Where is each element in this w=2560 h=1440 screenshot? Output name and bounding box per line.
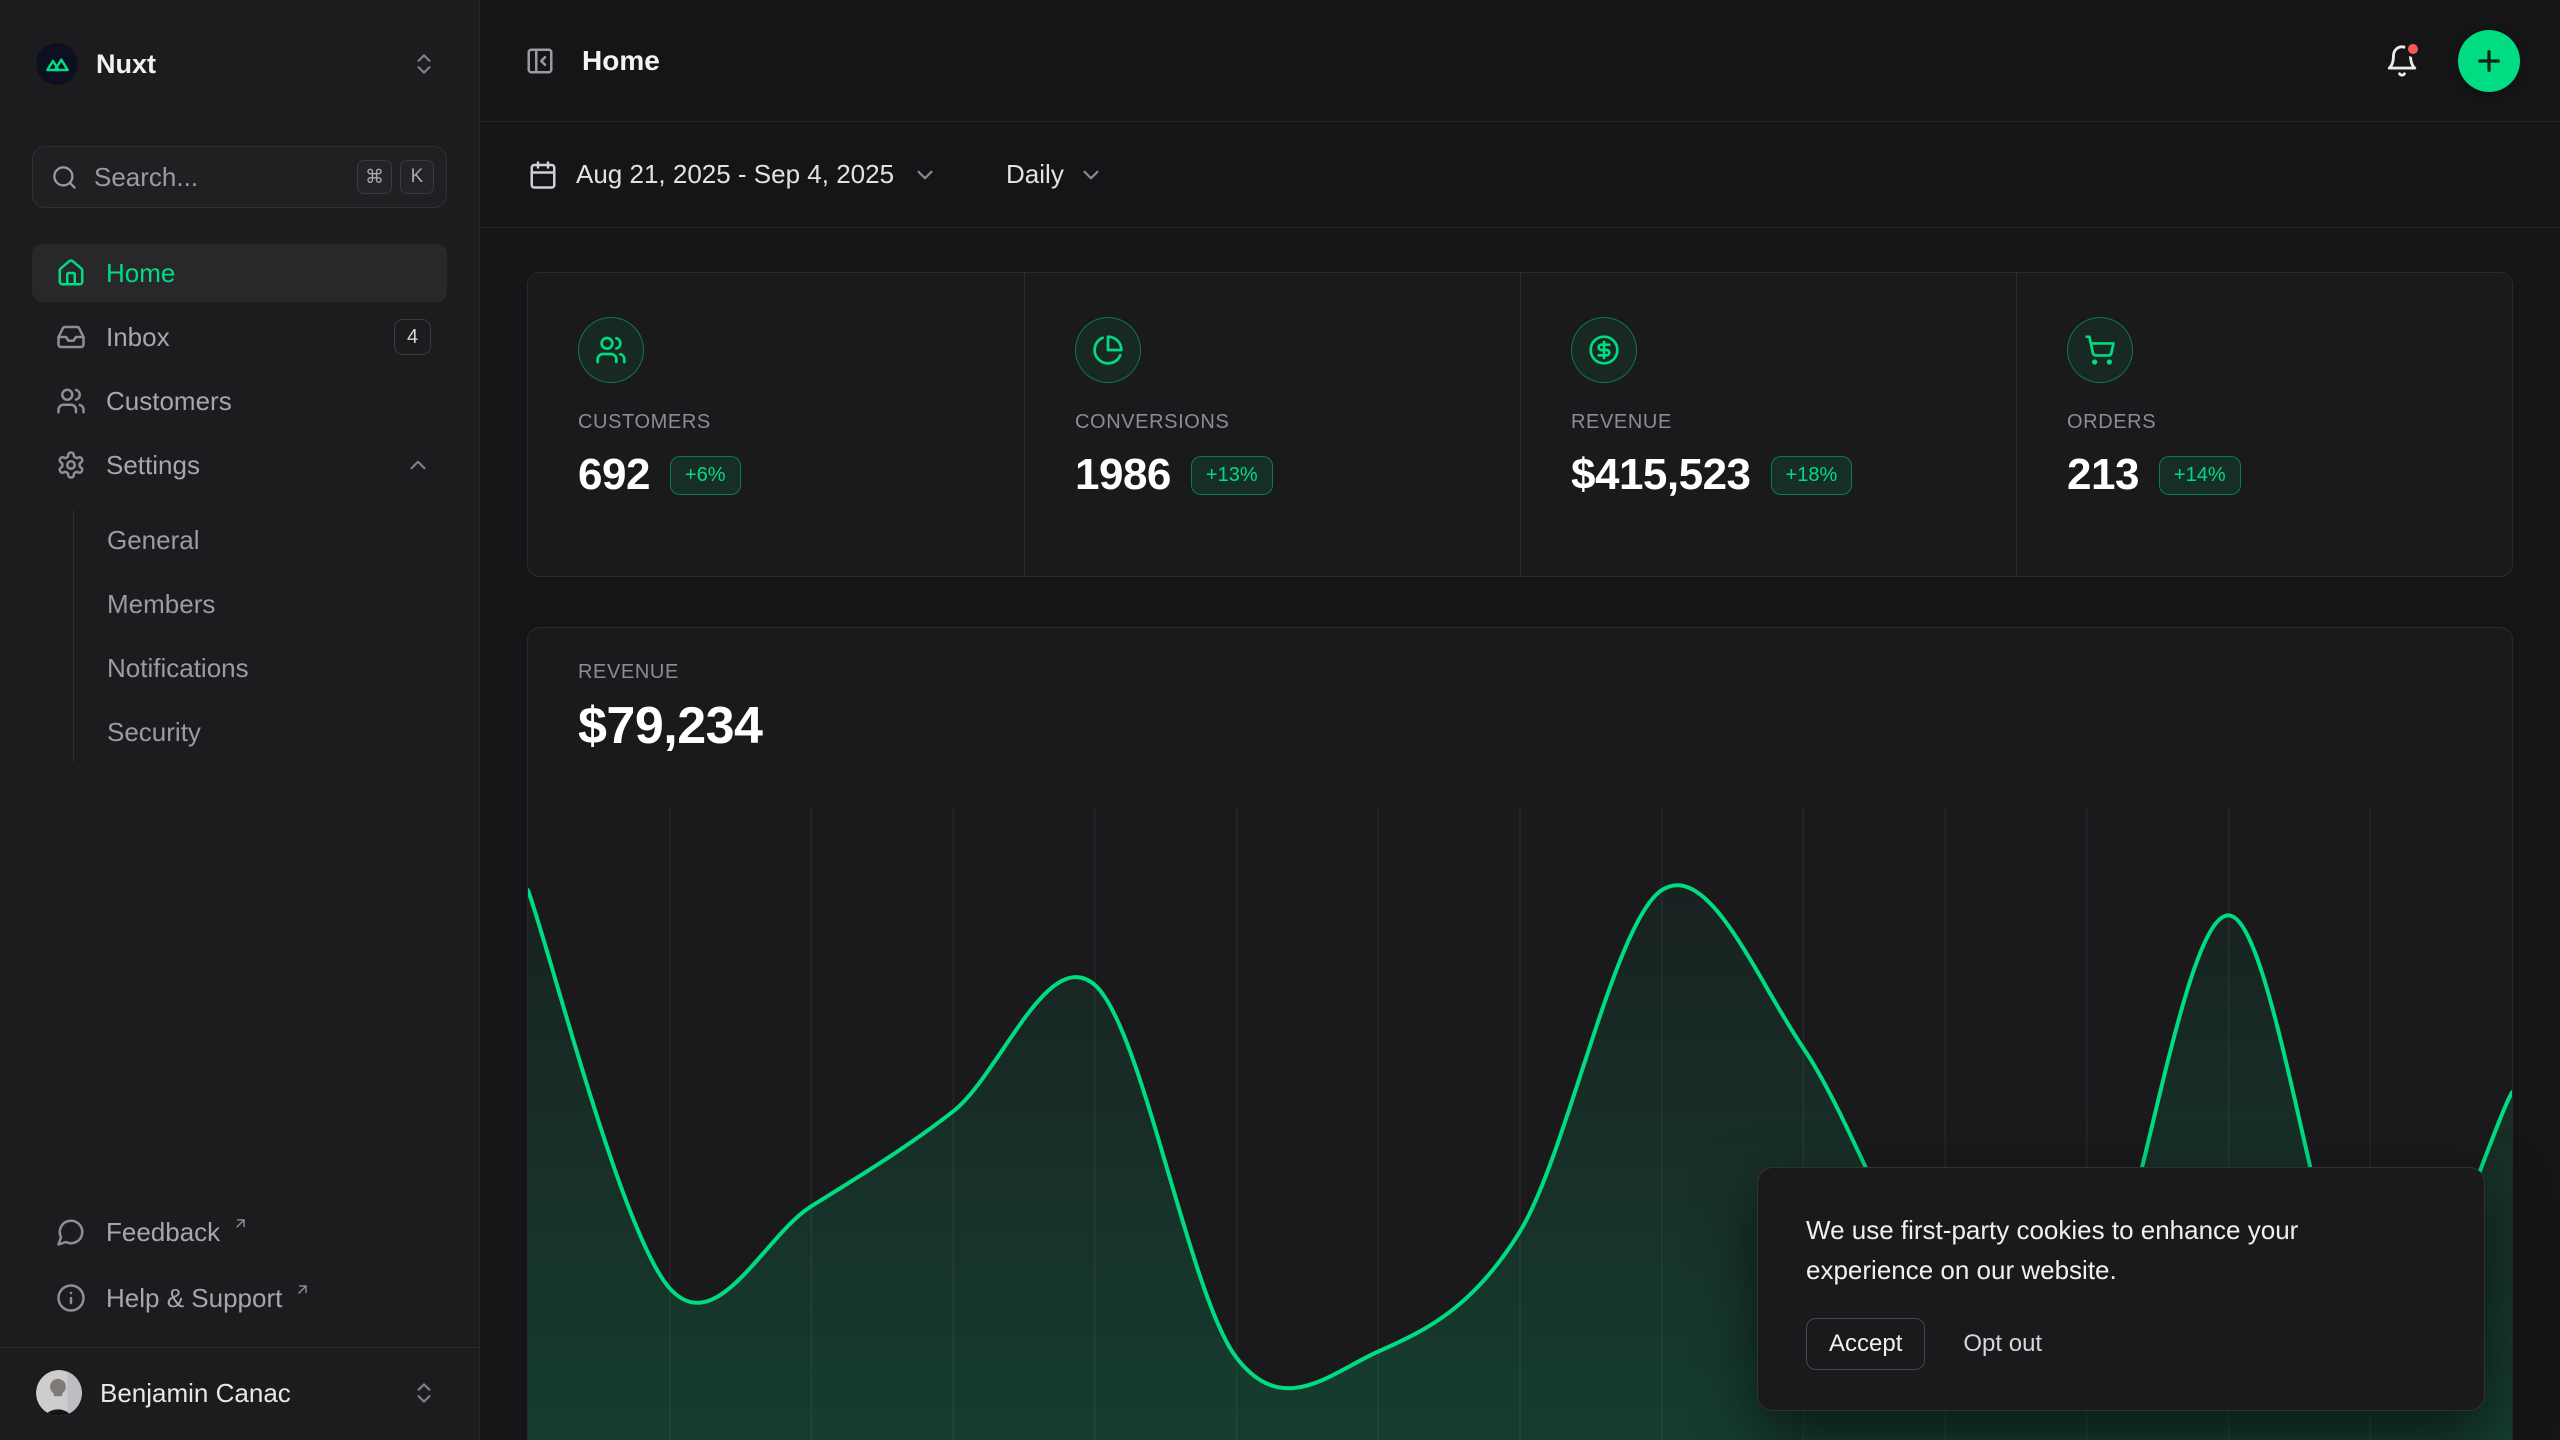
settings-subnav: General Members Notifications Security bbox=[73, 510, 447, 762]
shopping-cart-stat-icon bbox=[2067, 317, 2133, 383]
circle-dollar-stat-icon bbox=[1571, 317, 1637, 383]
stat-orders[interactable]: ORDERS 213 +14% bbox=[2016, 273, 2512, 576]
sidebar-nav: Home Inbox 4 Customers Settings General … bbox=[32, 244, 447, 762]
message-circle-icon bbox=[56, 1217, 86, 1247]
optout-cookies-button[interactable]: Opt out bbox=[1963, 1319, 2042, 1369]
stat-label: ORDERS bbox=[2067, 411, 2472, 434]
filters-toolbar: Aug 21, 2025 - Sep 4, 2025 Daily bbox=[480, 122, 2560, 228]
stat-delta-badge: +18% bbox=[1771, 456, 1853, 495]
sidebar-item-label: Home bbox=[106, 258, 431, 289]
stat-label: CUSTOMERS bbox=[578, 411, 984, 434]
help-support-label: Help & Support bbox=[106, 1283, 282, 1314]
inbox-icon bbox=[56, 322, 86, 352]
home-icon bbox=[56, 258, 86, 288]
sidebar-item-inbox[interactable]: Inbox 4 bbox=[32, 308, 447, 366]
chevron-down-icon bbox=[912, 162, 938, 188]
kbd-k: K bbox=[400, 160, 434, 194]
external-link-arrow-icon bbox=[294, 1281, 311, 1298]
chevron-down-icon bbox=[1078, 162, 1104, 188]
notification-dot bbox=[2405, 41, 2421, 57]
user-name: Benjamin Canac bbox=[100, 1378, 393, 1409]
info-circle-icon bbox=[56, 1283, 86, 1313]
plus-icon bbox=[2473, 45, 2505, 77]
search-input[interactable] bbox=[94, 162, 341, 193]
add-button[interactable] bbox=[2458, 30, 2520, 92]
revenue-chart-header: REVENUE $79,234 bbox=[528, 628, 2512, 756]
stat-value: 1986 bbox=[1075, 450, 1171, 500]
sidebar-user-section: Benjamin Canac bbox=[0, 1347, 479, 1440]
search-shortcut: ⌘ K bbox=[357, 160, 434, 194]
chevron-up-icon bbox=[405, 452, 431, 478]
stat-value: $415,523 bbox=[1571, 450, 1751, 500]
feedback-label: Feedback bbox=[106, 1217, 220, 1248]
panel-left-close-icon bbox=[525, 46, 555, 76]
granularity-select[interactable]: Daily bbox=[992, 149, 1118, 200]
sidebar-spacer bbox=[32, 762, 447, 1201]
calendar-icon bbox=[528, 160, 558, 190]
sidebar-item-label: Settings bbox=[106, 450, 385, 481]
sidebar-item-settings[interactable]: Settings bbox=[32, 436, 447, 494]
workspace-switcher[interactable]: Nuxt bbox=[32, 28, 447, 100]
search-icon bbox=[51, 164, 78, 191]
search-input-wrap[interactable]: ⌘ K bbox=[32, 146, 447, 208]
sidebar-item-label: Inbox bbox=[106, 322, 374, 353]
date-range-picker[interactable]: Aug 21, 2025 - Sep 4, 2025 bbox=[520, 149, 952, 200]
stat-delta-badge: +6% bbox=[670, 456, 741, 495]
avatar bbox=[36, 1370, 82, 1416]
stat-value: 213 bbox=[2067, 450, 2139, 500]
feedback-link[interactable]: Feedback bbox=[32, 1201, 447, 1263]
page-title: Home bbox=[582, 45, 2358, 77]
nuxt-logo-icon bbox=[36, 43, 78, 85]
stats-row: CUSTOMERS 692 +6% CONVERSIONS 1986 +13% bbox=[527, 272, 2513, 577]
header-actions bbox=[2380, 30, 2520, 92]
stat-delta-badge: +14% bbox=[2159, 456, 2241, 495]
sidebar-subitem-notifications[interactable]: Notifications bbox=[74, 638, 447, 698]
sidebar-subitem-members[interactable]: Members bbox=[74, 574, 447, 634]
main-panel: Home Aug 21, 2025 - Sep 4, 2025 Daily bbox=[480, 0, 2560, 1440]
notifications-button[interactable] bbox=[2380, 39, 2424, 83]
stat-label: CONVERSIONS bbox=[1075, 411, 1480, 434]
users-stat-icon bbox=[578, 317, 644, 383]
sidebar-item-home[interactable]: Home bbox=[32, 244, 447, 302]
revenue-chart-value: $79,234 bbox=[578, 696, 2512, 756]
inbox-count-badge: 4 bbox=[394, 319, 431, 355]
stat-conversions[interactable]: CONVERSIONS 1986 +13% bbox=[1024, 273, 1520, 576]
external-link-arrow-icon bbox=[232, 1215, 249, 1232]
granularity-value: Daily bbox=[1006, 159, 1064, 190]
collapse-sidebar-button[interactable] bbox=[520, 41, 560, 81]
kbd-meta: ⌘ bbox=[357, 160, 392, 194]
accept-cookies-button[interactable]: Accept bbox=[1806, 1318, 1925, 1370]
sidebar-item-customers[interactable]: Customers bbox=[32, 372, 447, 430]
workspace-name: Nuxt bbox=[96, 49, 393, 80]
sidebar-subitem-general[interactable]: General bbox=[74, 510, 447, 570]
stat-customers[interactable]: CUSTOMERS 692 +6% bbox=[528, 273, 1024, 576]
gear-icon bbox=[56, 450, 86, 480]
pie-chart-stat-icon bbox=[1075, 317, 1141, 383]
cookie-banner: We use first-party cookies to enhance yo… bbox=[1757, 1167, 2485, 1411]
cookie-message: We use first-party cookies to enhance yo… bbox=[1806, 1210, 2406, 1290]
chevrons-up-down-icon bbox=[411, 51, 437, 77]
stat-value: 692 bbox=[578, 450, 650, 500]
sidebar-item-label: Customers bbox=[106, 386, 431, 417]
sidebar: Nuxt ⌘ K Home Inbox 4 Customers Settings bbox=[0, 0, 480, 1440]
chevrons-up-down-icon bbox=[411, 1380, 437, 1406]
stat-revenue[interactable]: REVENUE $415,523 +18% bbox=[1520, 273, 2016, 576]
help-support-link[interactable]: Help & Support bbox=[32, 1267, 447, 1329]
user-menu[interactable]: Benjamin Canac bbox=[32, 1362, 447, 1424]
date-range-value: Aug 21, 2025 - Sep 4, 2025 bbox=[576, 159, 894, 190]
stat-delta-badge: +13% bbox=[1191, 456, 1273, 495]
stat-label: REVENUE bbox=[1571, 411, 1976, 434]
revenue-chart-label: REVENUE bbox=[578, 661, 2512, 684]
cookie-actions: Accept Opt out bbox=[1806, 1318, 2436, 1370]
users-icon bbox=[56, 386, 86, 416]
sidebar-subitem-security[interactable]: Security bbox=[74, 702, 447, 762]
sidebar-footer-links: Feedback Help & Support bbox=[32, 1201, 447, 1347]
page-header: Home bbox=[480, 0, 2560, 122]
